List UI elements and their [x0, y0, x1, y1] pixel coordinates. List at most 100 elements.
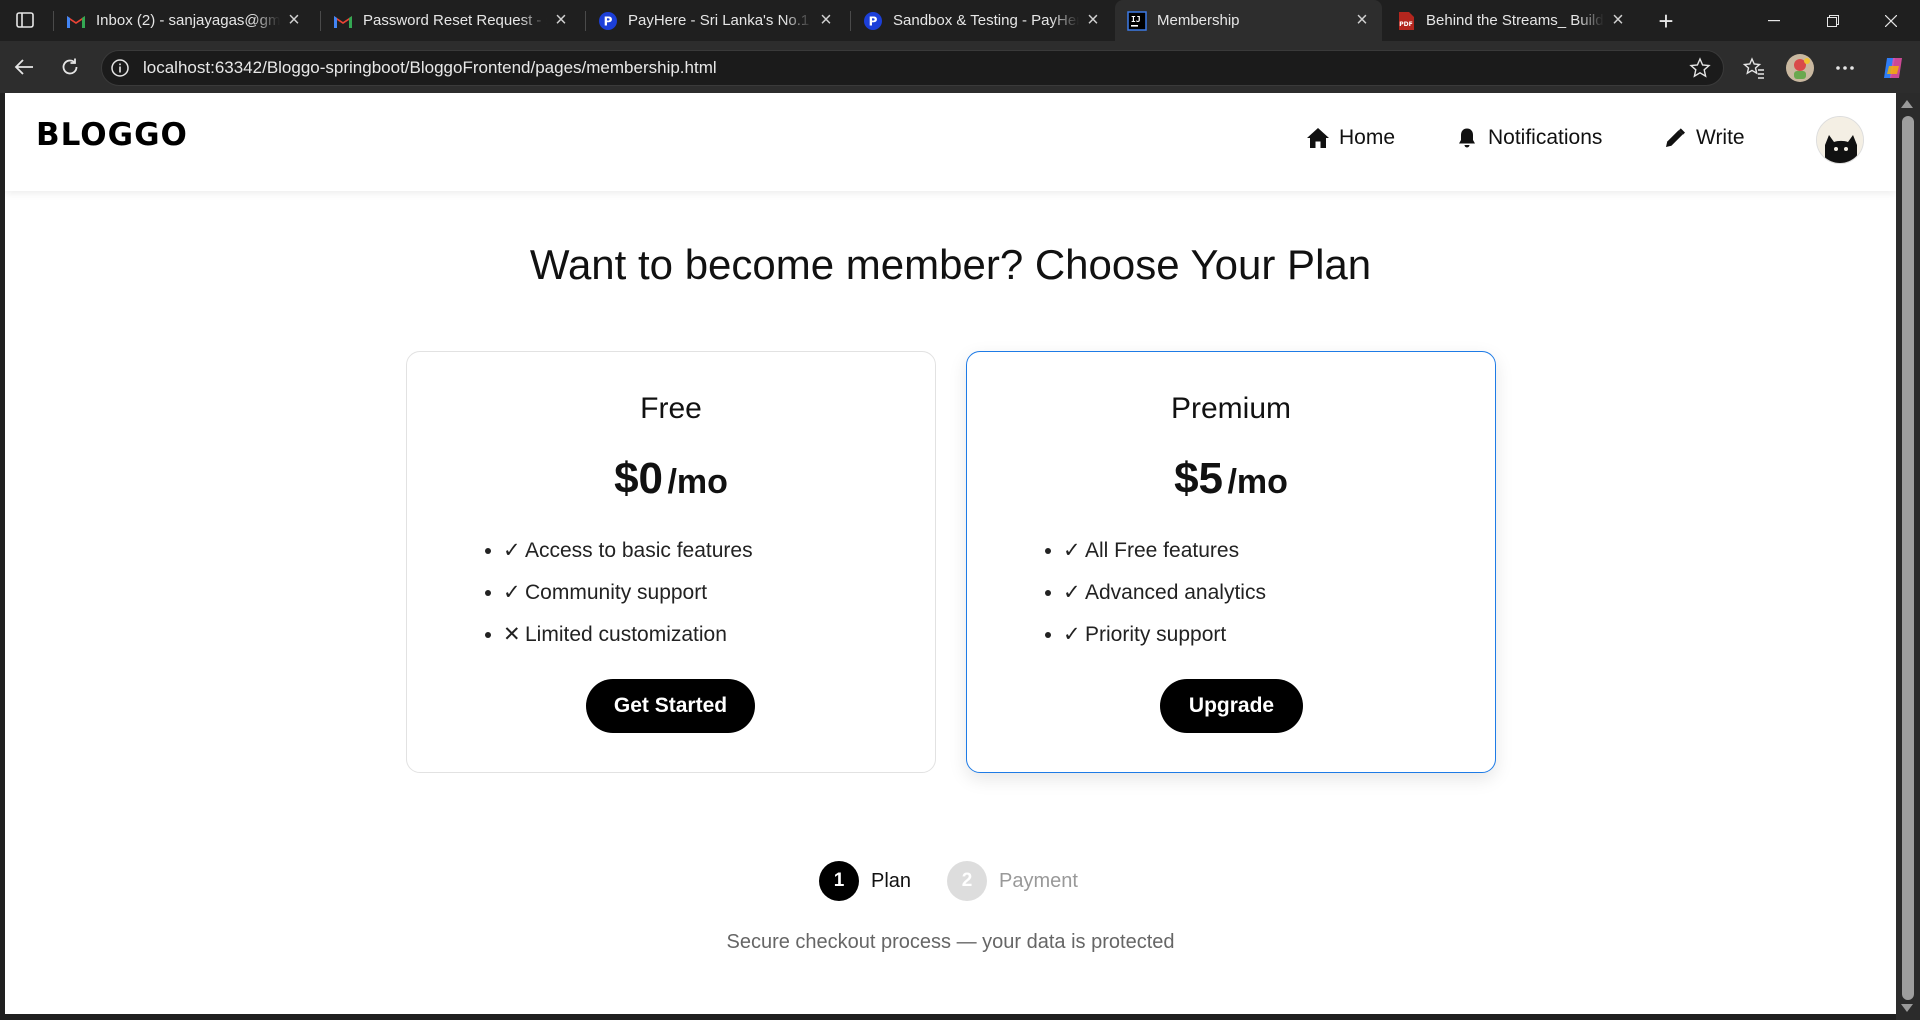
page-title: Want to become member? Choose Your Plan [529, 241, 1372, 288]
favorites-icon[interactable] [1739, 53, 1769, 83]
svg-text:IJ: IJ [1131, 15, 1141, 24]
tab-actions-icon[interactable] [12, 9, 38, 31]
step-number: 1 [819, 861, 859, 901]
site-logo[interactable]: BLOGGO [36, 117, 188, 153]
close-icon[interactable]: × [1079, 7, 1107, 35]
feature-text: Advanced analytics [1085, 581, 1266, 604]
plan-card-free: Free $0 /mo ✓ Access to basic features ✓ C… [406, 351, 936, 773]
payhere-icon: P [598, 11, 618, 31]
nav-notifications-label: Notifications [1488, 126, 1603, 149]
tab-title: Sandbox & Testing - PayHere [893, 12, 1079, 29]
feature-text: All Free features [1085, 539, 1240, 562]
window-bottom-edge [0, 1014, 1896, 1020]
step-label: Plan [871, 869, 912, 892]
check-icon: ✓ [1063, 623, 1081, 646]
scroll-down-arrow-icon[interactable] [1901, 1004, 1913, 1012]
gmail-icon [66, 11, 86, 31]
site-header: BLOGGO Home Notifications Write [5, 93, 1896, 191]
more-options-icon[interactable] [1830, 53, 1860, 83]
close-icon[interactable]: × [812, 7, 840, 35]
nav-notifications-link[interactable]: Notifications [1454, 123, 1602, 153]
tab-title: Membership [1157, 12, 1240, 29]
new-tab-button[interactable]: + [1651, 6, 1681, 36]
price-period: /mo [667, 463, 728, 501]
close-icon[interactable]: × [1604, 7, 1632, 35]
step-payment: 2 Payment [947, 861, 1078, 901]
feature-list: ✓ All Free features ✓ Advanced analytics ✓… [1045, 530, 1266, 656]
nav-write-link[interactable]: Write [1662, 123, 1745, 153]
feature-item: ✓ Priority support [1045, 614, 1266, 656]
pdf-icon: PDF [1396, 11, 1416, 31]
tab-title: Inbox (2) - sanjayagas@gma [96, 12, 280, 29]
nav-write-label: Write [1696, 126, 1745, 149]
site-info-icon[interactable] [109, 57, 131, 79]
favorite-star-icon[interactable] [1688, 56, 1712, 80]
back-button[interactable] [10, 53, 38, 81]
url-text[interactable]: localhost:63342/Bloggo-springboot/Bloggo… [143, 57, 717, 79]
browser-tab-bar: Inbox (2) - sanjayagas@gma × Password Re… [0, 0, 1920, 41]
feature-item: ✓ All Free features [1045, 530, 1266, 572]
cross-icon: ✕ [503, 623, 521, 646]
plan-name: Free [640, 392, 702, 425]
check-icon: ✓ [503, 539, 521, 562]
price-amount: $5 [1174, 454, 1224, 503]
pencil-icon [1662, 125, 1688, 151]
price-period: /mo [1227, 463, 1288, 501]
plan-name: Premium [1170, 392, 1291, 425]
scroll-up-arrow-icon[interactable] [1901, 100, 1913, 108]
profile-avatar-icon[interactable] [1785, 53, 1815, 83]
check-icon: ✓ [503, 581, 521, 604]
feature-item: ✕ Limited customization [485, 614, 753, 656]
svg-text:P: P [869, 14, 878, 28]
home-icon [1305, 125, 1331, 151]
web-page: BLOGGO Home Notifications Write Want to … [5, 93, 1896, 1014]
user-avatar[interactable] [1816, 116, 1864, 164]
step-plan: 1 Plan [819, 861, 911, 901]
window-close-button[interactable] [1862, 0, 1920, 41]
check-icon: ✓ [1063, 539, 1081, 562]
bell-icon [1454, 125, 1480, 151]
restore-button[interactable] [1804, 0, 1862, 41]
plan-card-premium: Premium $5 /mo ✓ All Free features ✓ Advan… [966, 351, 1496, 773]
nav-home-link[interactable]: Home [1305, 123, 1395, 153]
tab-behind-the-streams[interactable]: PDF Behind the Streams_ Building × [1384, 0, 1638, 41]
tab-title: Behind the Streams_ Building [1426, 12, 1604, 29]
feature-list: ✓ Access to basic features ✓ Community sup… [485, 530, 753, 656]
feature-item: ✓ Advanced analytics [1045, 572, 1266, 614]
close-icon[interactable]: × [1348, 7, 1376, 35]
tab-password-reset[interactable]: Password Reset Request - sa × [321, 0, 581, 41]
refresh-button[interactable] [56, 53, 84, 81]
plan-price: $5 /mo [967, 454, 1495, 504]
feature-item: ✓ Community support [485, 572, 753, 614]
feature-text: Community support [525, 581, 708, 604]
intellij-icon: IJ [1127, 10, 1147, 31]
get-started-button[interactable]: Get Started [586, 679, 755, 733]
scrollbar-thumb[interactable] [1902, 116, 1914, 1000]
step-label: Payment [999, 869, 1078, 892]
feature-item: ✓ Access to basic features [485, 530, 753, 572]
payhere-icon: P [863, 11, 883, 31]
step-number: 2 [947, 861, 987, 901]
cat-avatar-icon [1817, 117, 1863, 163]
tab-membership[interactable]: IJ Membership × [1115, 0, 1382, 41]
tab-payhere[interactable]: P PayHere - Sri Lanka's No.1 O × [586, 0, 846, 41]
tab-sandbox[interactable]: P Sandbox & Testing - PayHere × [851, 0, 1113, 41]
gmail-icon [333, 11, 353, 31]
svg-text:PDF: PDF [1399, 21, 1412, 28]
feature-text: Priority support [1085, 623, 1227, 646]
upgrade-button[interactable]: Upgrade [1160, 679, 1303, 733]
close-icon[interactable]: × [280, 7, 308, 35]
secure-checkout-note: Secure checkout process — your data is p… [726, 931, 1175, 953]
svg-text:P: P [604, 14, 613, 28]
tab-title: Password Reset Request - sa [363, 12, 547, 29]
check-icon: ✓ [1063, 581, 1081, 604]
tab-inbox[interactable]: Inbox (2) - sanjayagas@gma × [54, 0, 314, 41]
minimize-button[interactable] [1745, 0, 1803, 41]
feature-text: Access to basic features [525, 539, 753, 562]
feature-text: Limited customization [525, 623, 727, 646]
copilot-icon[interactable] [1878, 53, 1908, 83]
nav-home-label: Home [1339, 126, 1396, 149]
plan-price: $0 /mo [407, 454, 935, 504]
tab-title: PayHere - Sri Lanka's No.1 O [628, 12, 812, 29]
close-icon[interactable]: × [547, 7, 575, 35]
